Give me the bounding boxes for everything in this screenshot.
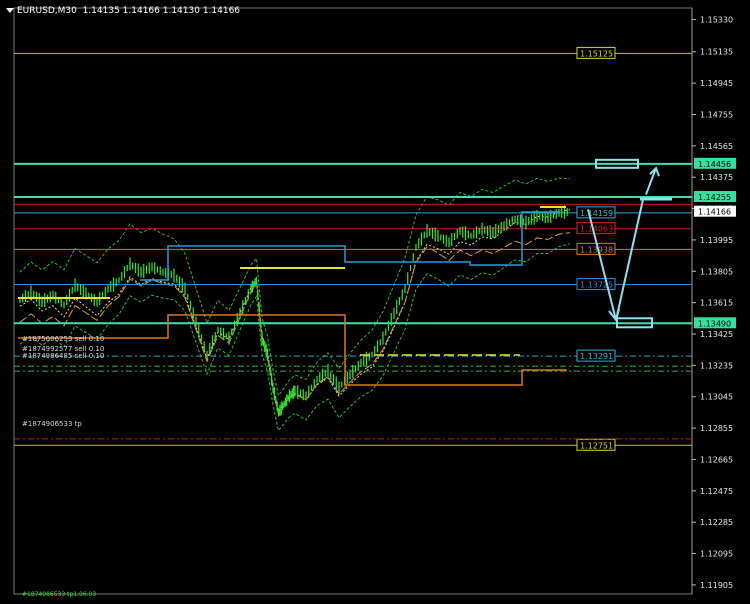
level-axis-label: 1.14255 (698, 193, 731, 202)
plot-frame (13, 7, 693, 595)
y-tick-label: 1.12475 (700, 487, 733, 496)
price-chart: 1.15330 1.15135 1.14945 1.14755 1.14565 1.143… (13, 7, 736, 598)
up-arrow (615, 199, 644, 321)
y-tick-label: 1.13235 (700, 361, 733, 370)
upper-band (19, 177, 571, 397)
level-label: 1.14159 (580, 209, 613, 218)
collapse-triangle-icon[interactable] (6, 8, 14, 13)
level-label: 1.12751 (580, 441, 613, 450)
y-tick-label: 1.12665 (700, 455, 733, 464)
level-axis-label: 1.13490 (698, 319, 731, 328)
y-tick-label: 1.13615 (700, 299, 733, 308)
chart-area: 1.15330 1.15135 1.14945 1.14755 1.14565 1.143… (0, 0, 750, 600)
footer-label: #1874986533 tp1.06.03 (22, 591, 96, 598)
symbol-label: EURUSD,M30 (17, 6, 77, 16)
level-axis-label: 1.14456 (698, 160, 731, 169)
y-tick-label: 1.13425 (700, 330, 733, 339)
order-label: #1874906533 tp (22, 420, 82, 428)
y-tick-label: 1.12285 (700, 518, 733, 527)
y-tick-label: 1.11905 (700, 581, 733, 590)
y-tick-label: 1.12095 (700, 550, 733, 559)
blue-trail-line (140, 211, 560, 281)
y-tick-label: 1.14565 (700, 142, 733, 151)
y-tick-label: 1.14375 (700, 173, 733, 182)
level-label: 1.13291 (580, 352, 613, 361)
y-tick-label: 1.15330 (700, 16, 733, 25)
y-tick-label: 1.15135 (700, 48, 733, 57)
yellow-ma (19, 209, 571, 413)
y-tick-label: 1.13805 (700, 267, 733, 276)
order-label: #1874986485 sell 0.10 (22, 352, 104, 360)
y-tick-label: 1.13995 (700, 236, 733, 245)
order-label: #1875006253 sell 0.10 (22, 335, 104, 343)
y-tick-label: 1.13045 (700, 393, 733, 402)
level-label: 1.15125 (580, 49, 613, 58)
y-tick-label: 1.12855 (700, 424, 733, 433)
y-tick-label: 1.14755 (700, 110, 733, 119)
ohlc-label: 1.14135 1.14166 1.14130 1.14166 (82, 6, 241, 16)
level-label: 1.14063 (580, 225, 613, 234)
chart-header: EURUSD,M30 1.14135 1.14166 1.14130 1.141… (6, 6, 240, 16)
y-tick-label: 1.14945 (700, 79, 733, 88)
current-price-label: 1.14166 (698, 208, 731, 217)
